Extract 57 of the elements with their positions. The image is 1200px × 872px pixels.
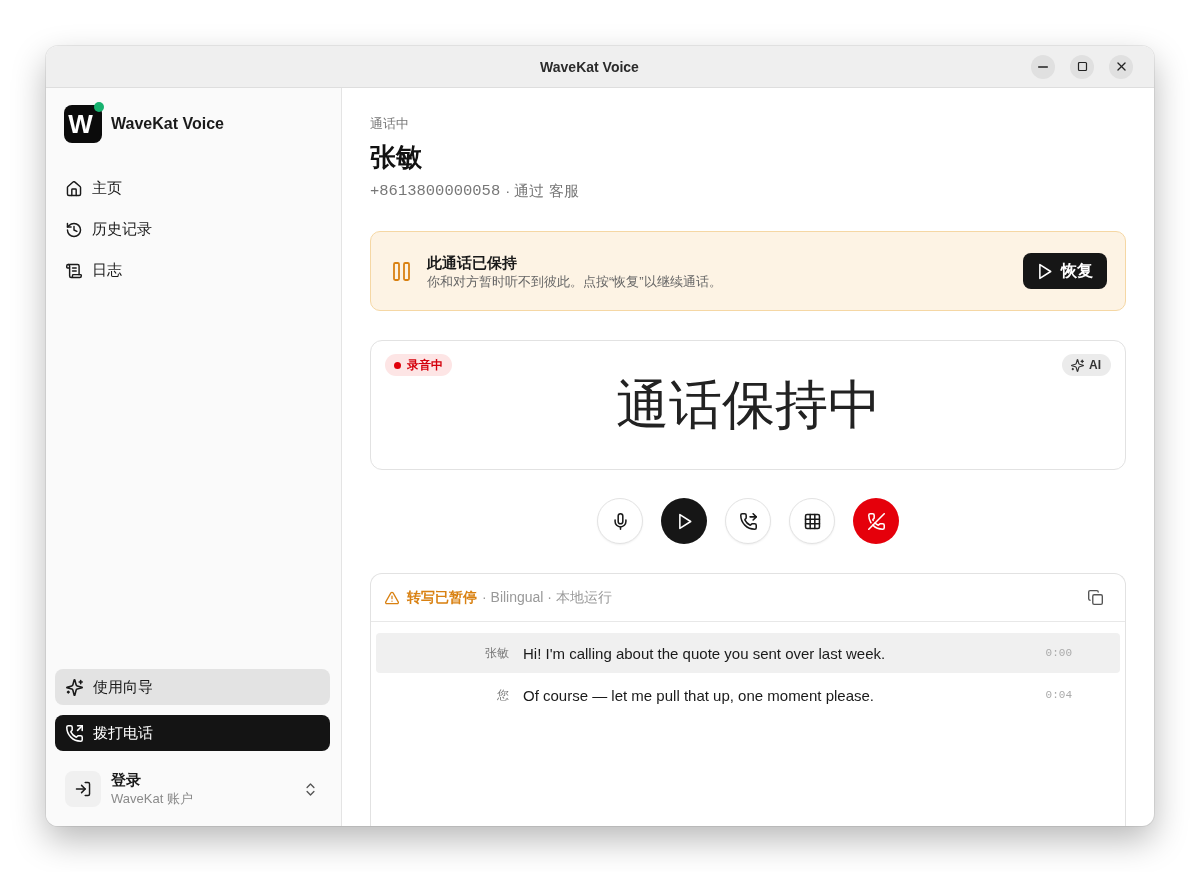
copy-icon [1088,590,1103,605]
sparkles-icon [66,678,83,696]
pause-icon [393,261,410,281]
sign-in-icon [65,771,101,807]
grid-icon [803,512,821,530]
call-route: · 通过 客服 [505,181,579,201]
nav-item[interactable]: 历史记录 [55,209,330,250]
warning-icon [385,590,399,605]
history-icon [66,221,82,238]
close-button[interactable] [1109,54,1133,79]
resume-button[interactable]: 恢复 [1023,253,1107,289]
transcript-meta: · Bilingual · 本地运行 [482,588,612,607]
app-name: WaveKat Voice [111,115,224,133]
speaker-label: 张敏 [484,644,509,662]
recording-dot-icon [394,361,401,369]
chevron-up-down-icon [303,781,318,797]
home-icon [66,180,82,197]
account-switcher[interactable]: 登录 WaveKat 账户 [55,765,330,813]
hold-title: 此通话已保持 [427,252,517,273]
phone-forward-icon [739,512,757,530]
transcript-row[interactable]: 张敏 Hi! I'm calling about the quote you sent over last week. 0:00 [376,633,1120,673]
timestamp: 0:04 [1045,689,1072,701]
mute-button[interactable] [597,498,643,544]
window-title: WaveKat Voice [540,58,639,75]
status-dot-icon [94,102,104,112]
maximize-icon [1076,61,1088,72]
microphone-icon [611,512,629,530]
call-status: 通话中 [370,115,409,133]
keypad-button[interactable] [789,498,835,544]
caller-name: 张敏 [370,141,422,174]
transfer-button[interactable] [725,498,771,544]
app-logo: W [64,105,102,143]
sparkles-icon [1071,358,1084,372]
phone-off-icon [867,512,885,530]
nav-item[interactable]: 主页 [55,168,330,209]
maximize-button[interactable] [1070,54,1094,79]
play-button[interactable] [661,498,707,544]
hold-message: 你和对方暂时听不到彼此。点按“恢复”以继续通话。 [427,272,722,291]
phone-number: +8613800000058 [370,182,501,200]
transcript-text: Of course — let me pull that up, one moment please. [523,686,875,704]
scroll-icon [66,262,82,279]
minimize-button[interactable] [1031,54,1055,79]
nav-item[interactable]: 日志 [55,250,330,291]
hang-up-button[interactable] [853,498,899,544]
timestamp: 0:00 [1045,647,1072,659]
guide-button[interactable]: 使用向导 [55,669,330,705]
dial-button[interactable]: 拨打电话 [55,715,330,751]
recording-label: 录音中 [407,356,443,374]
ai-button[interactable]: AI [1062,354,1111,376]
speaker-label: 您 [496,686,509,704]
play-icon [1036,262,1053,280]
transcript-status: 转写已暂停 [407,588,477,607]
transcript-text: Hi! I'm calling about the quote you sent over last week. [523,644,887,662]
close-icon [1114,60,1128,73]
caption-text: 通话保持中 [615,376,881,434]
phone-outgoing-icon [66,724,83,742]
copy-button[interactable] [1086,588,1105,607]
